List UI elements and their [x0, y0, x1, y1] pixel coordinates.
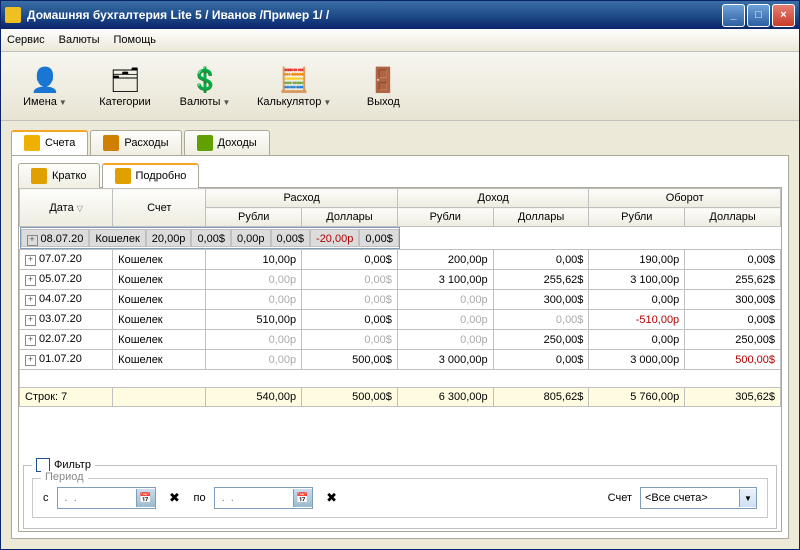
- col-expense[interactable]: Расход: [206, 189, 398, 208]
- table-row[interactable]: +03.07.20Кошелек510,00р0,00$0,00р0,00$-5…: [20, 310, 781, 330]
- categories-button[interactable]: 🗂Категории: [89, 62, 161, 110]
- close-button[interactable]: ×: [772, 4, 795, 27]
- tab-Расходы[interactable]: Расходы: [90, 130, 181, 155]
- subtab-Подробно[interactable]: Подробно: [102, 163, 200, 188]
- toolbar-icon: 👤: [29, 64, 61, 96]
- date-to-input[interactable]: [215, 492, 293, 504]
- filter-box: Фильтр Период с 📅 ✖ по 📅: [23, 465, 777, 529]
- col-account[interactable]: Счет: [113, 189, 206, 227]
- account-select-input[interactable]: [641, 492, 739, 504]
- toolbar-icon: 🚪: [367, 64, 399, 96]
- filter-checkbox[interactable]: [36, 458, 50, 472]
- chevron-down-icon: ▼: [222, 98, 230, 107]
- table-row[interactable]: +08.07.20Кошелек20,00р0,00$0,00р0,00$-20…: [20, 227, 400, 249]
- expand-icon[interactable]: +: [25, 295, 36, 306]
- account-filter-label: Счет: [608, 492, 632, 504]
- calculator-button[interactable]: 🧮Калькулятор▼: [249, 62, 339, 110]
- tab-icon: [103, 135, 119, 151]
- content: СчетаРасходыДоходы КраткоПодробно Дата▽ …: [1, 121, 799, 549]
- col-exp-rub[interactable]: Рубли: [206, 208, 302, 227]
- table-row[interactable]: +07.07.20Кошелек10,00р0,00$200,00р0,00$1…: [20, 250, 781, 270]
- tab-icon: [24, 135, 40, 151]
- table-row[interactable]: +04.07.20Кошелек0,00р0,00$0,00р300,00$0,…: [20, 290, 781, 310]
- date-from[interactable]: 📅: [57, 487, 156, 509]
- data-grid: Дата▽ Счет Расход Доход Оборот Рубли Дол…: [19, 188, 781, 407]
- toolbar-icon: 💲: [189, 64, 221, 96]
- filter-label: Фильтр: [54, 459, 91, 471]
- menu-help[interactable]: Помощь: [114, 34, 157, 46]
- col-income[interactable]: Доход: [397, 189, 589, 208]
- tab-Счета[interactable]: Счета: [11, 130, 88, 155]
- tab-icon: [197, 135, 213, 151]
- toolbar: 👤Имена▼🗂Категории💲Валюты▼🧮Калькулятор▼🚪В…: [1, 52, 799, 121]
- calendar-icon[interactable]: 📅: [136, 489, 155, 507]
- detail-panel: Дата▽ Счет Расход Доход Оборот Рубли Дол…: [18, 187, 782, 532]
- period-legend: Период: [41, 471, 88, 483]
- clear-from-button[interactable]: ✖: [164, 487, 186, 509]
- chevron-down-icon: ▼: [59, 98, 67, 107]
- currencies-button[interactable]: 💲Валюты▼: [169, 62, 241, 110]
- toolbar-icon: 🗂: [109, 64, 141, 96]
- grid-wrap[interactable]: Дата▽ Счет Расход Доход Оборот Рубли Дол…: [19, 188, 781, 459]
- expand-icon[interactable]: +: [25, 335, 36, 346]
- chevron-down-icon: ▼: [323, 98, 331, 107]
- filter-legend[interactable]: Фильтр: [32, 458, 95, 472]
- titlebar: Домашняя бухгалтерия Lite 5 / Иванов /Пр…: [1, 1, 799, 29]
- sub-tabs: КраткоПодробно: [18, 163, 782, 189]
- spacer-row: [20, 370, 781, 388]
- window-title: Домашняя бухгалтерия Lite 5 / Иванов /Пр…: [27, 8, 720, 22]
- maximize-button[interactable]: □: [747, 4, 770, 27]
- expand-icon[interactable]: +: [25, 315, 36, 326]
- date-to[interactable]: 📅: [214, 487, 313, 509]
- table-row[interactable]: +02.07.20Кошелек0,00р0,00$0,00р250,00$0,…: [20, 330, 781, 350]
- chevron-down-icon[interactable]: ▼: [739, 489, 756, 507]
- col-exp-usd[interactable]: Доллары: [302, 208, 398, 227]
- expand-icon[interactable]: +: [25, 275, 36, 286]
- table-row[interactable]: +05.07.20Кошелек0,00р0,00$3 100,00р255,6…: [20, 270, 781, 290]
- account-select[interactable]: ▼: [640, 487, 757, 509]
- col-inc-rub[interactable]: Рубли: [397, 208, 493, 227]
- col-date[interactable]: Дата▽: [20, 189, 113, 227]
- tab-icon: [115, 168, 131, 184]
- col-inc-usd[interactable]: Доллары: [493, 208, 589, 227]
- toolbar-icon: 🧮: [278, 64, 310, 96]
- expand-icon[interactable]: +: [25, 355, 36, 366]
- period-box: Период с 📅 ✖ по 📅 ✖: [32, 478, 768, 518]
- minimize-button[interactable]: _: [722, 4, 745, 27]
- menu-service[interactable]: Сервис: [7, 34, 45, 46]
- main-panel: КраткоПодробно Дата▽ Счет Расход: [11, 155, 789, 539]
- col-turnover[interactable]: Оборот: [589, 189, 781, 208]
- calendar-icon[interactable]: 📅: [293, 489, 312, 507]
- subtab-Кратко[interactable]: Кратко: [18, 163, 100, 188]
- col-tur-usd[interactable]: Доллары: [685, 208, 781, 227]
- clear-to-button[interactable]: ✖: [321, 487, 343, 509]
- names-button[interactable]: 👤Имена▼: [9, 62, 81, 110]
- table-row[interactable]: +01.07.20Кошелек0,00р500,00$3 000,00р0,0…: [20, 350, 781, 370]
- period-from-label: с: [43, 492, 49, 504]
- col-tur-rub[interactable]: Рубли: [589, 208, 685, 227]
- tab-icon: [31, 168, 47, 184]
- expand-icon[interactable]: +: [27, 235, 38, 246]
- app-window: Домашняя бухгалтерия Lite 5 / Иванов /Пр…: [0, 0, 800, 550]
- expand-icon[interactable]: +: [25, 255, 36, 266]
- date-from-input[interactable]: [58, 492, 136, 504]
- tab-Доходы[interactable]: Доходы: [184, 130, 270, 155]
- totals-row: Строк: 7540,00р500,00$6 300,00р805,62$5 …: [20, 388, 781, 407]
- menu-currencies[interactable]: Валюты: [59, 34, 100, 46]
- main-tabs: СчетаРасходыДоходы: [11, 130, 789, 156]
- menubar: Сервис Валюты Помощь: [1, 29, 799, 52]
- exit-button[interactable]: 🚪Выход: [347, 62, 419, 110]
- app-icon: [5, 7, 21, 23]
- period-to-label: по: [194, 492, 206, 504]
